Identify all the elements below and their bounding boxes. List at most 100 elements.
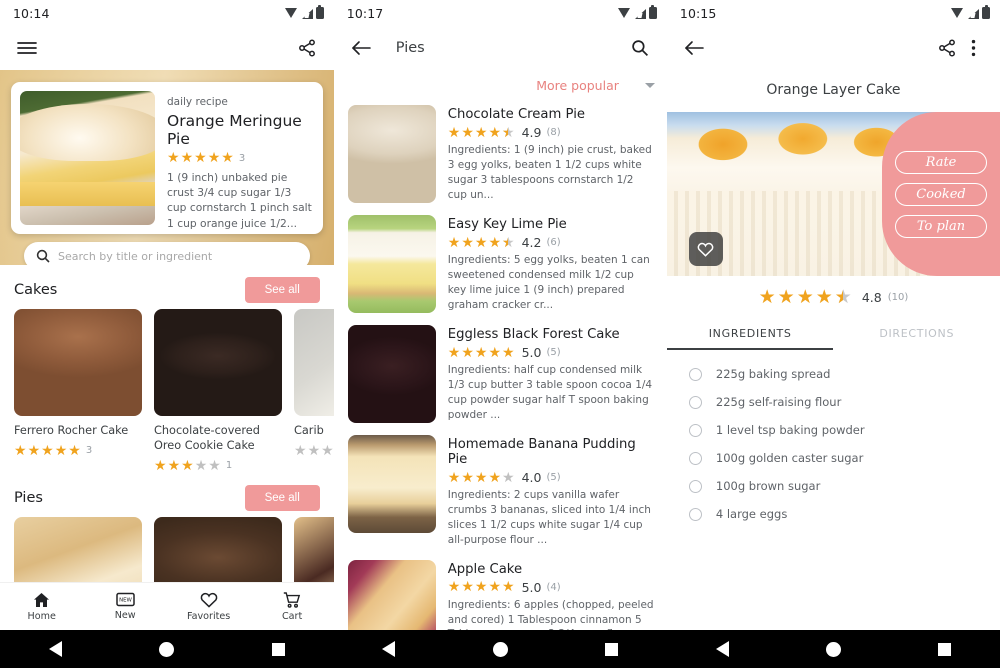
panel-home: 10:14 daily recipe Orange Meringue Pie ★… xyxy=(0,0,334,668)
system-home-icon[interactable] xyxy=(825,641,841,657)
recipe-rating: ★ ★ ★ ★ ★ 4.2 (6) xyxy=(448,235,655,250)
search-icon xyxy=(36,249,50,263)
checkbox-circle-icon[interactable] xyxy=(688,423,702,437)
back-arrow-icon[interactable] xyxy=(681,35,707,61)
system-recents-icon[interactable] xyxy=(938,642,952,656)
recipe-body: Homemade Banana Pudding Pie ★ ★ ★ ★ ★ 4.… xyxy=(448,435,655,548)
table-row[interactable]: Homemade Banana Pudding Pie ★ ★ ★ ★ ★ 4.… xyxy=(334,429,667,554)
daily-recipe-card[interactable]: daily recipe Orange Meringue Pie ★ ★ ★ ★… xyxy=(11,82,323,234)
recipe-review-count: (6) xyxy=(546,237,561,248)
panel-category-list: 10:17 Pies More popular Chocolate Cream … xyxy=(333,0,667,668)
rating-score: 4.8 xyxy=(861,290,882,305)
daily-recipe-image xyxy=(20,91,155,225)
recipe-image xyxy=(14,309,142,416)
cooked-button[interactable]: Cooked xyxy=(895,182,987,206)
system-home-icon[interactable] xyxy=(492,641,508,657)
recipe-hero-image: Rate Cooked To plan xyxy=(666,112,1000,276)
chevron-down-icon[interactable] xyxy=(644,83,655,88)
list-item[interactable]: 100g golden caster sugar xyxy=(667,444,1000,472)
list-item[interactable]: 4 large eggs xyxy=(667,500,1000,528)
star-half-icon: ★ xyxy=(502,126,515,140)
recipe-review-count: (5) xyxy=(546,347,561,358)
star-icon: ★ xyxy=(180,150,194,166)
to-plan-button[interactable]: To plan xyxy=(895,214,987,238)
heart-outline-icon xyxy=(698,242,714,257)
table-row[interactable]: Chocolate Cream Pie ★ ★ ★ ★ ★ 4.9 (8) In… xyxy=(334,99,667,209)
recipe-ingredients: Ingredients: 5 egg yolks, beaten 1 can s… xyxy=(447,254,650,311)
system-back-icon[interactable] xyxy=(715,641,729,657)
ingredient-label: 100g golden caster sugar xyxy=(715,451,864,465)
list-item[interactable]: 225g self-raising flour xyxy=(667,388,1000,416)
recipe-rating: ★ ★ ★ ★ ★ 4.0 (5) xyxy=(448,470,655,485)
search-placeholder: Search by title or ingredient xyxy=(58,249,213,263)
nav-label: Cart xyxy=(281,610,303,622)
share-icon[interactable] xyxy=(294,35,320,61)
star-icon: ★ xyxy=(461,469,474,486)
system-back-icon[interactable] xyxy=(382,641,396,657)
status-time: 10:14 xyxy=(13,5,50,21)
ingredients-list: 225g baking spread 225g self-raising flo… xyxy=(667,350,1000,528)
ingredient-label: 225g baking spread xyxy=(715,367,831,381)
share-icon[interactable] xyxy=(934,35,960,61)
list-item[interactable]: 1 level tsp baking powder xyxy=(667,416,1000,444)
system-recents-icon[interactable] xyxy=(271,642,285,656)
tab-ingredients[interactable]: INGREDIENTS xyxy=(667,321,834,350)
star-icon: ★ xyxy=(447,579,461,596)
list-item[interactable]: Ferrero Rocher Cake ★ ★ ★ ★ ★ 3 xyxy=(14,309,142,473)
more-vertical-icon[interactable] xyxy=(960,35,986,61)
star-icon: ★ xyxy=(307,442,321,459)
recipe-title: Chocolate Cream Pie xyxy=(447,107,585,122)
system-recents-icon[interactable] xyxy=(605,642,619,656)
nav-item-cart[interactable]: Cart xyxy=(250,591,333,622)
recipe-stars: ★ ★ ★ ★ ★ 1 xyxy=(154,459,282,473)
recipe-image xyxy=(347,435,436,533)
favorite-button[interactable] xyxy=(688,232,723,266)
sort-control[interactable]: More popular xyxy=(334,70,667,99)
star-icon: ★ xyxy=(68,442,81,459)
see-all-cakes-button[interactable]: See all xyxy=(244,277,320,303)
recipe-rating: ★ ★ ★ ★ ★ 5.0 (5) xyxy=(448,345,655,360)
system-back-icon[interactable] xyxy=(48,641,62,657)
recipe-rating: ★ ★ ★ ★ ★ 5.0 (4) xyxy=(448,580,655,595)
star-icon: ★ xyxy=(41,442,54,459)
back-arrow-icon[interactable] xyxy=(348,35,374,61)
checkbox-circle-icon[interactable] xyxy=(688,451,702,465)
tab-directions[interactable]: DIRECTIONS xyxy=(833,321,1000,350)
star-icon: ★ xyxy=(207,150,221,166)
nav-label: Favorites xyxy=(186,610,231,622)
table-row[interactable]: Eggless Black Forest Cake ★ ★ ★ ★ ★ 5.0 … xyxy=(334,319,667,429)
hamburger-menu-icon[interactable] xyxy=(14,35,40,61)
app-bar-home xyxy=(0,26,334,70)
nav-item-home[interactable]: Home xyxy=(0,592,83,622)
list-item[interactable]: Carib ★ ★ ★ xyxy=(294,309,334,473)
star-icon: ★ xyxy=(447,234,461,251)
page-title: Orange Layer Cake xyxy=(766,82,901,98)
checkbox-circle-icon[interactable] xyxy=(688,479,702,493)
cakes-carousel[interactable]: Ferrero Rocher Cake ★ ★ ★ ★ ★ 3 Chocolat… xyxy=(0,309,334,473)
rate-button[interactable]: Rate xyxy=(895,150,987,174)
star-icon: ★ xyxy=(461,579,474,596)
table-row[interactable]: Easy Key Lime Pie ★ ★ ★ ★ ★ 4.2 (6) Ingr… xyxy=(334,209,667,319)
nav-item-new[interactable]: NEW New xyxy=(83,592,166,621)
checkbox-circle-icon[interactable] xyxy=(688,395,702,409)
list-item[interactable]: Chocolate-covered Oreo Cookie Cake ★ ★ ★… xyxy=(154,309,282,473)
recipe-score: 4.0 xyxy=(521,470,542,485)
list-item[interactable]: 100g brown sugar xyxy=(667,472,1000,500)
cart-icon xyxy=(283,591,301,608)
checkbox-circle-icon[interactable] xyxy=(688,507,702,521)
page-title: Pies xyxy=(395,40,425,56)
system-navigation-bar xyxy=(666,630,1000,668)
status-icons xyxy=(951,5,990,19)
star-icon: ★ xyxy=(14,442,27,459)
recipe-score: 5.0 xyxy=(521,579,542,595)
nav-item-favorites[interactable]: Favorites xyxy=(167,592,250,622)
see-all-pies-button[interactable]: See all xyxy=(244,484,320,511)
recipe-name: Chocolate-covered Oreo Cookie Cake xyxy=(154,424,260,452)
list-item[interactable]: 225g baking spread xyxy=(667,360,1000,388)
star-icon: ★ xyxy=(815,286,833,308)
search-icon[interactable] xyxy=(627,35,653,61)
search-bar[interactable]: Search by title or ingredient xyxy=(24,242,310,265)
recipe-image xyxy=(294,309,334,416)
checkbox-circle-icon[interactable] xyxy=(688,367,702,381)
system-home-icon[interactable] xyxy=(159,641,175,657)
